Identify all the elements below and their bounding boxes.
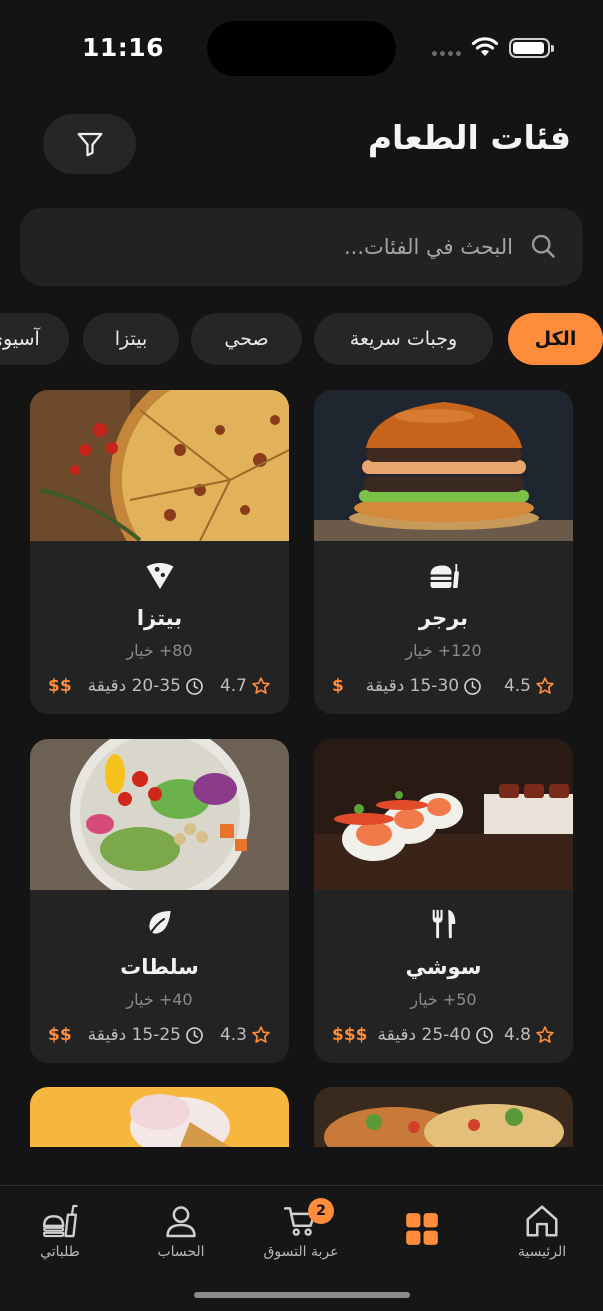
nav-label-cart: عربة التسوق xyxy=(263,1244,339,1260)
card-price-level: $$ xyxy=(48,1025,72,1045)
card-title: برجر xyxy=(418,606,469,630)
chip-fast-food[interactable]: وجبات سريعة xyxy=(314,313,493,365)
card-options-count: 80+ خيار xyxy=(126,641,193,660)
card-price-level: $$$ xyxy=(332,1025,368,1045)
pizza-slice-icon xyxy=(146,562,173,590)
battery-icon xyxy=(509,38,554,58)
card-delivery-time: 20-35 دقيقة xyxy=(87,676,181,696)
category-card-salads[interactable]: سلطات 40+ خيار 4.3 15-25 دقيقة $$ xyxy=(30,739,289,1063)
card-rating: 4.8 xyxy=(503,1025,531,1045)
card-price-level: $ xyxy=(332,676,344,696)
salad-image xyxy=(30,739,289,890)
nav-item-categories[interactable] xyxy=(367,1202,477,1252)
wifi-icon xyxy=(471,37,499,56)
chip-healthy[interactable]: صحي xyxy=(191,313,302,365)
burger-icon xyxy=(430,564,459,588)
nav-item-home[interactable]: الرئيسية xyxy=(487,1202,597,1260)
screen: 11:16 فئات الطعام الكل وجبات سريعة صحي ب… xyxy=(0,0,603,1311)
clock-icon xyxy=(186,1026,203,1044)
ice-cream-image xyxy=(30,1087,289,1147)
star-icon xyxy=(536,677,554,694)
card-rating: 4.3 xyxy=(219,1025,247,1045)
nav-label-account: الحساب xyxy=(157,1244,205,1260)
category-card-sushi[interactable]: سوشي 50+ خيار 4.8 25-40 دقيقة $$$ xyxy=(314,739,573,1063)
category-card-ice-cream[interactable] xyxy=(30,1087,289,1147)
star-icon xyxy=(252,1026,270,1043)
filter-button[interactable] xyxy=(43,114,136,174)
card-options-count: 50+ خيار xyxy=(410,990,477,1009)
card-options-count: 120+ خيار xyxy=(405,641,482,660)
leaf-icon xyxy=(147,911,171,937)
search-bar[interactable] xyxy=(20,208,583,286)
cart-badge: 2 xyxy=(308,1198,334,1224)
card-rating: 4.5 xyxy=(503,676,531,696)
sushi-image xyxy=(314,739,573,890)
card-meta: 4.5 15-30 دقيقة $ xyxy=(332,675,555,697)
chip-asian[interactable]: آسيوي xyxy=(0,313,69,365)
home-indicator xyxy=(194,1292,410,1298)
card-delivery-time: 15-30 دقيقة xyxy=(365,676,460,696)
home-icon xyxy=(526,1205,558,1237)
category-card-tacos[interactable] xyxy=(314,1087,573,1147)
card-price-level: $$ xyxy=(48,676,72,696)
page-title: فئات الطعام xyxy=(367,118,571,157)
category-card-pizza[interactable]: بيتزا 80+ خيار 4.7 20-35 دقيقة $$ xyxy=(30,390,289,714)
clock-icon xyxy=(186,677,203,695)
card-meta: 4.3 15-25 دقيقة $$ xyxy=(48,1024,271,1046)
clock-icon xyxy=(464,677,481,695)
card-meta: 4.7 20-35 دقيقة $$ xyxy=(48,675,271,697)
star-icon xyxy=(536,1026,554,1043)
nav-item-orders[interactable]: طلباتي xyxy=(5,1202,115,1260)
search-icon xyxy=(531,234,555,258)
category-chips: الكل وجبات سريعة صحي بيتزا آسيوي xyxy=(0,313,603,365)
status-bar: 11:16 xyxy=(0,0,603,96)
pizza-image xyxy=(30,390,289,541)
nav-item-cart[interactable]: 2 عربة التسوق xyxy=(246,1198,356,1260)
chip-pizza[interactable]: بيتزا xyxy=(83,313,179,365)
burger-image xyxy=(314,390,573,541)
card-title: بيتزا xyxy=(136,606,183,630)
cellular-signal-icon xyxy=(432,51,461,56)
fastfood-icon xyxy=(42,1204,78,1238)
card-title: سوشي xyxy=(405,955,482,979)
card-delivery-time: 25-40 دقيقة xyxy=(377,1025,471,1045)
user-icon xyxy=(166,1206,196,1238)
nav-label-orders: طلباتي xyxy=(40,1244,80,1260)
category-card-burger[interactable]: برجر 120+ خيار 4.5 15-30 دقيقة $ xyxy=(314,390,573,714)
filter-icon xyxy=(77,132,102,157)
dynamic-island xyxy=(207,21,396,76)
status-time: 11:16 xyxy=(82,33,165,62)
nav-label-home: الرئيسية xyxy=(517,1244,567,1260)
clock-icon xyxy=(476,1026,493,1044)
card-delivery-time: 15-25 دقيقة xyxy=(87,1025,181,1045)
search-input[interactable] xyxy=(73,230,513,264)
chip-all[interactable]: الكل xyxy=(508,313,603,365)
tacos-image xyxy=(314,1087,573,1147)
card-rating: 4.7 xyxy=(219,676,247,696)
card-title: سلطات xyxy=(120,955,199,979)
nav-item-account[interactable]: الحساب xyxy=(126,1202,236,1260)
card-options-count: 40+ خيار xyxy=(126,990,193,1009)
card-meta: 4.8 25-40 دقيقة $$$ xyxy=(332,1024,555,1046)
utensils-icon xyxy=(432,909,455,939)
star-icon xyxy=(252,677,270,694)
grid-icon xyxy=(406,1213,438,1245)
